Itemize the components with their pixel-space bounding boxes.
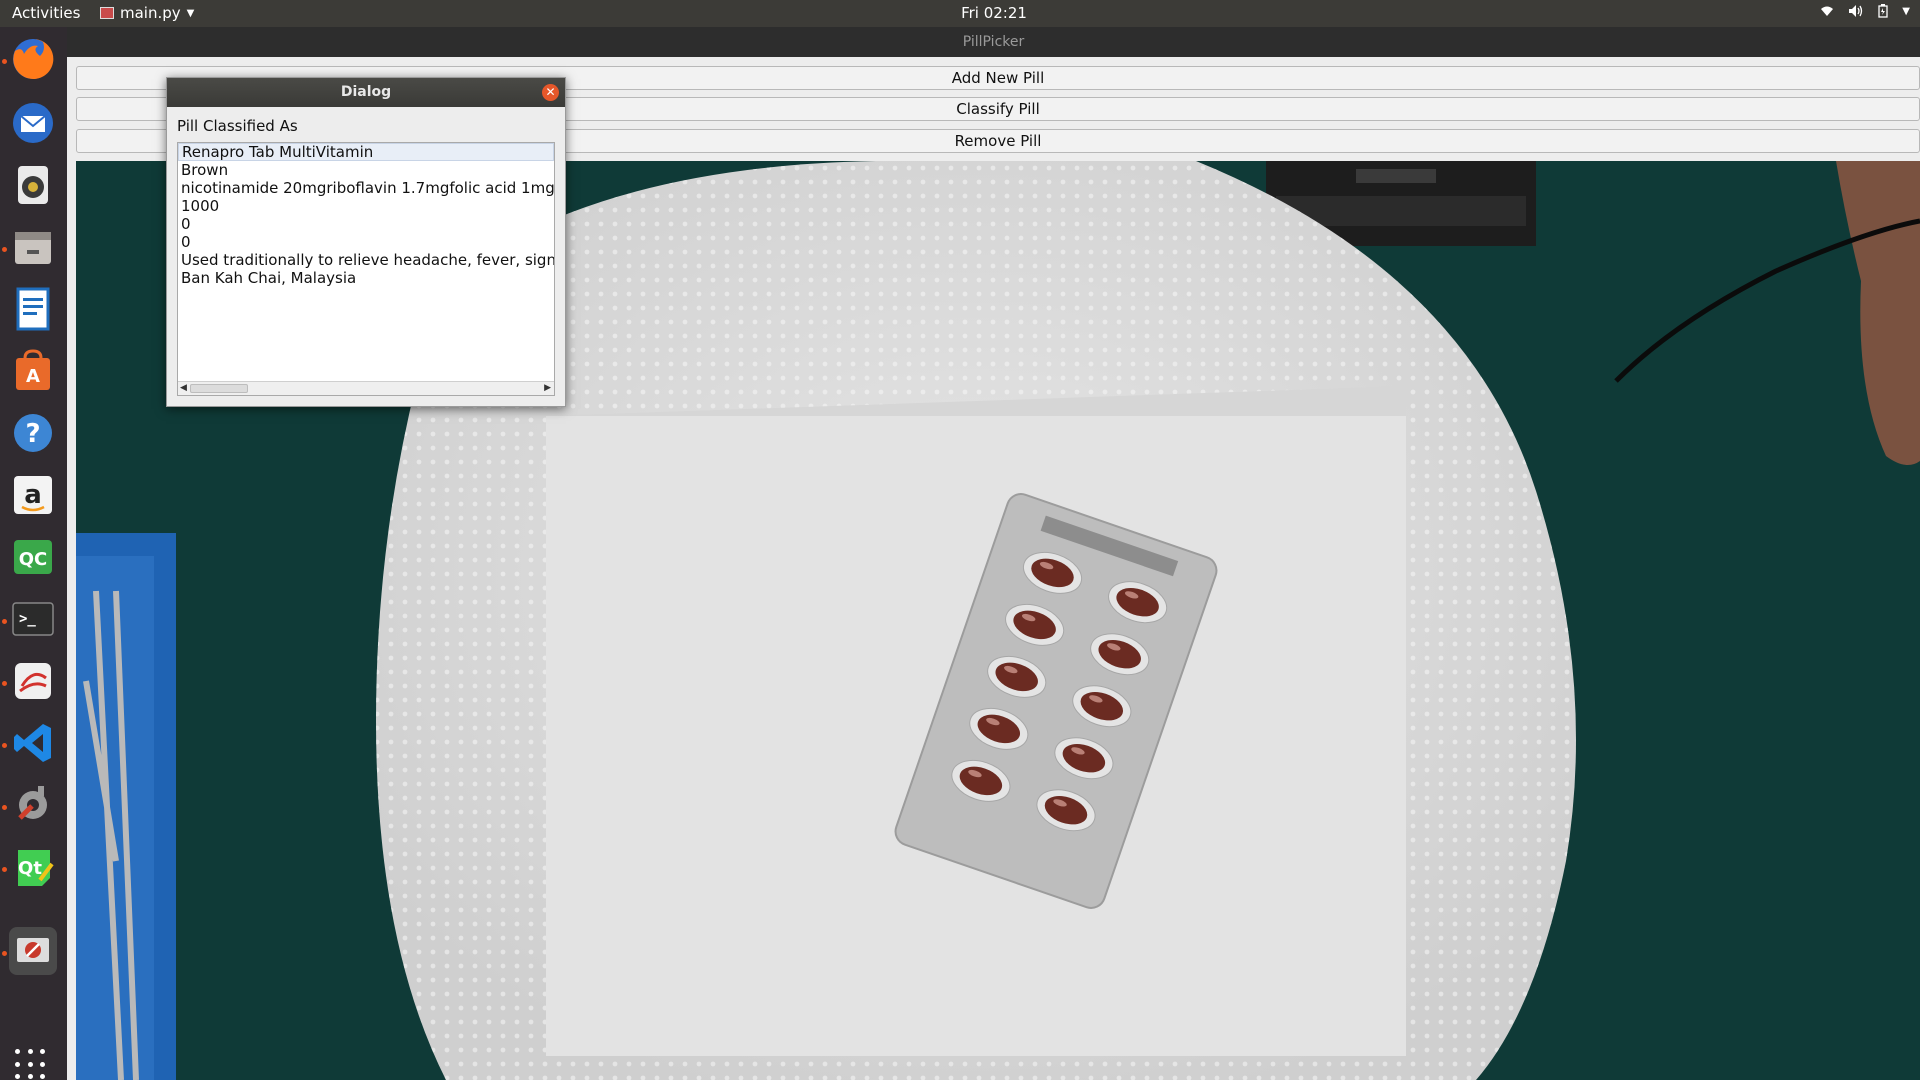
app-menu-label: main.py (120, 4, 181, 22)
list-item[interactable]: Brown (178, 161, 554, 179)
svg-text:a: a (24, 480, 42, 510)
list-item[interactable]: Renapro Tab MultiVitamin (178, 143, 554, 161)
volume-icon[interactable] (1848, 4, 1864, 22)
running-indicator (2, 681, 7, 686)
running-indicator (2, 619, 7, 624)
system-tray[interactable]: ▼ (1820, 4, 1910, 22)
help-icon[interactable]: ? (9, 409, 57, 457)
running-indicator (2, 867, 7, 872)
dock: A ? a QC >_ Qt (0, 27, 67, 1080)
firefox-icon[interactable] (9, 35, 57, 83)
window-title: PillPicker (67, 27, 1920, 57)
svg-text:A: A (26, 366, 40, 387)
svg-text:QC: QC (19, 549, 48, 570)
python-file-icon (100, 7, 114, 19)
pill-classified-label: Pill Classified As (177, 117, 298, 135)
list-item[interactable]: Ban Kah Chai, Malaysia (178, 269, 554, 287)
list-item[interactable]: 1000 (178, 197, 554, 215)
running-indicator (2, 743, 7, 748)
writer-icon[interactable] (9, 285, 57, 333)
svg-text:>_: >_ (19, 611, 36, 627)
top-bar: Activities main.py ▼ Fri 02:21 ▼ (0, 0, 1920, 27)
app-menu[interactable]: main.py ▼ (100, 4, 194, 22)
running-indicator (2, 805, 7, 810)
dialog-title: Dialog (340, 84, 392, 100)
clock[interactable]: Fri 02:21 (0, 4, 1920, 22)
dialog-title-bar[interactable]: Dialog ✕ (167, 78, 565, 107)
eclipse-icon[interactable] (9, 657, 57, 705)
speaker-icon[interactable] (9, 161, 57, 209)
terminal-icon[interactable]: >_ (9, 595, 57, 643)
svg-text:Qt: Qt (18, 858, 42, 879)
list-item[interactable]: 0 (178, 233, 554, 251)
vscode-icon[interactable] (9, 719, 57, 767)
mail-icon[interactable] (9, 99, 57, 147)
scroll-left-icon[interactable]: ◀ (180, 383, 187, 393)
wifi-icon[interactable] (1820, 4, 1834, 22)
qt-creator-icon[interactable]: Qt (9, 843, 57, 891)
battery-icon[interactable] (1878, 4, 1888, 22)
svg-text:?: ? (25, 419, 40, 449)
running-indicator (2, 59, 7, 64)
chevron-down-icon[interactable]: ▼ (1902, 4, 1910, 22)
list-item[interactable]: Used traditionally to relieve headache, … (178, 251, 554, 269)
settings-icon[interactable] (9, 781, 57, 829)
list-item[interactable]: 0 (178, 215, 554, 233)
activities-button[interactable]: Activities (12, 4, 80, 22)
files-icon[interactable] (9, 223, 57, 271)
pillpicker-icon[interactable] (9, 927, 57, 975)
running-indicator (2, 247, 7, 252)
chevron-down-icon: ▼ (186, 7, 195, 19)
horizontal-scrollbar[interactable]: ◀ ▶ (178, 381, 554, 395)
list-item[interactable]: nicotinamide 20mgriboflavin 1.7mgfolic a… (178, 179, 554, 197)
scroll-right-icon[interactable]: ▶ (544, 383, 551, 393)
software-store-icon[interactable]: A (9, 347, 57, 395)
qc-icon[interactable]: QC (9, 533, 57, 581)
close-icon[interactable]: ✕ (542, 84, 559, 101)
classification-list[interactable]: Renapro Tab MultiVitamin Brown nicotinam… (177, 142, 555, 396)
running-indicator (2, 951, 7, 956)
amazon-icon[interactable]: a (9, 471, 57, 519)
classification-dialog: Dialog ✕ Pill Classified As Renapro Tab … (166, 77, 566, 407)
app-grid-icon[interactable] (15, 1049, 47, 1080)
scrollbar-thumb[interactable] (190, 384, 248, 393)
